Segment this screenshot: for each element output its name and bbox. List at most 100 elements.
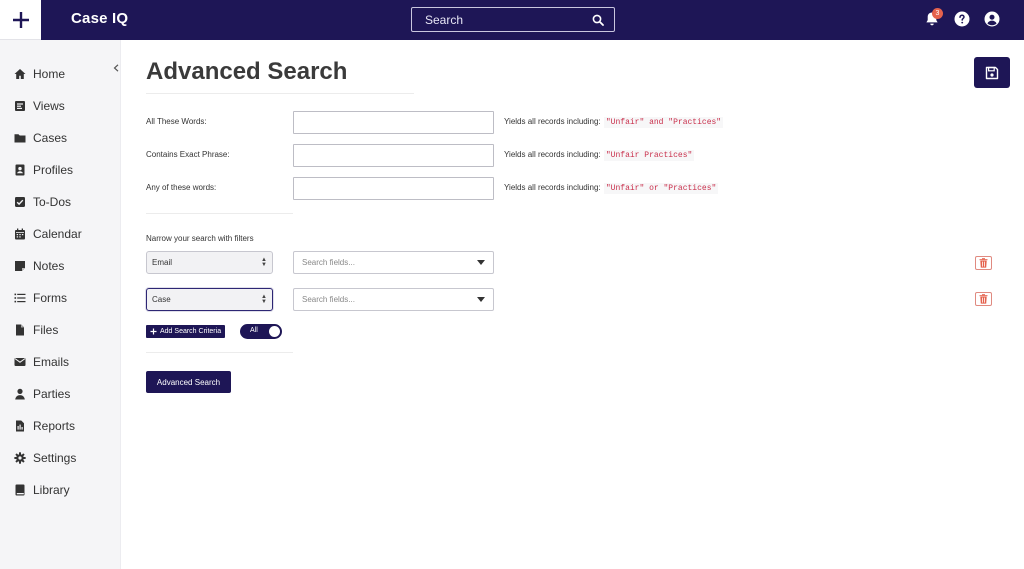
calendar-icon bbox=[15, 228, 25, 240]
any-words-input[interactable] bbox=[293, 177, 494, 200]
search-fields-select[interactable]: Search fields... bbox=[293, 288, 494, 311]
add-button[interactable] bbox=[0, 0, 41, 40]
hint-example: "Unfair" and "Practices" bbox=[603, 117, 724, 128]
add-search-criteria-button[interactable]: Add Search Criteria bbox=[146, 325, 226, 338]
sidebar-item-label: To-Dos bbox=[33, 195, 72, 209]
sidebar-item-cases[interactable]: Cases bbox=[0, 122, 121, 154]
notification-badge: 3 bbox=[932, 8, 943, 19]
file-icon bbox=[16, 324, 24, 336]
delete-filter-button[interactable] bbox=[975, 256, 992, 270]
hint-example: "Unfair Practices" bbox=[603, 150, 695, 161]
home-icon bbox=[14, 69, 26, 79]
sidebar-item-files[interactable]: Files bbox=[0, 314, 121, 346]
caret-down-icon bbox=[477, 297, 485, 302]
sidebar-item-profiles[interactable]: Profiles bbox=[0, 154, 121, 186]
list-icon bbox=[14, 293, 26, 303]
user-circle-icon bbox=[984, 11, 1000, 27]
page-title: Advanced Search bbox=[146, 58, 348, 85]
sidebar-item-label: Cases bbox=[33, 131, 68, 145]
toggle-knob bbox=[269, 326, 280, 337]
report-icon bbox=[16, 420, 24, 432]
sidebar-item-label: Files bbox=[33, 323, 59, 337]
search-fields-placeholder: Search fields... bbox=[302, 295, 355, 304]
advanced-search-button[interactable]: Advanced Search bbox=[146, 371, 231, 393]
sidebar-item-label: Views bbox=[33, 99, 65, 113]
app-brand: Case IQ bbox=[71, 10, 129, 27]
sidebar: Home Views Cases Profiles To-Dos Calenda… bbox=[0, 40, 121, 569]
exact-phrase-input[interactable] bbox=[293, 144, 494, 167]
note-icon bbox=[15, 261, 25, 271]
all-words-label: All These Words: bbox=[146, 117, 207, 126]
checkbox-icon bbox=[15, 197, 25, 207]
hint-example: "Unfair" or "Practices" bbox=[603, 183, 719, 194]
notifications-button[interactable]: 3 bbox=[922, 8, 943, 29]
trash-icon bbox=[979, 258, 988, 268]
help-icon bbox=[954, 11, 970, 27]
sidebar-item-label: Notes bbox=[33, 259, 65, 273]
search-icon[interactable] bbox=[592, 14, 604, 26]
filter-type-value: Email bbox=[152, 258, 173, 267]
gear-icon bbox=[14, 452, 26, 464]
caret-down-icon bbox=[477, 260, 485, 265]
filter-type-value: Case bbox=[152, 295, 171, 304]
floppy-disk-icon bbox=[985, 66, 999, 79]
sidebar-item-calendar[interactable]: Calendar bbox=[0, 218, 121, 250]
sidebar-item-reports[interactable]: Reports bbox=[0, 410, 121, 442]
section-divider bbox=[146, 352, 293, 353]
add-search-criteria-label: Add Search Criteria bbox=[160, 328, 222, 335]
filter-type-select[interactable]: Case ▲ ▼ bbox=[146, 288, 273, 311]
sidebar-item-label: Calendar bbox=[33, 227, 82, 241]
help-button[interactable] bbox=[952, 9, 972, 29]
sidebar-item-forms[interactable]: Forms bbox=[0, 282, 121, 314]
section-divider bbox=[146, 213, 293, 214]
sidebar-item-label: Settings bbox=[33, 451, 77, 465]
book-icon bbox=[15, 484, 25, 496]
sidebar-item-label: Emails bbox=[33, 355, 70, 369]
hint-text: Yields all records including: bbox=[504, 183, 601, 192]
exact-phrase-hint: Yields all records including: "Unfair Pr… bbox=[504, 150, 695, 161]
sidebar-item-to-dos[interactable]: To-Dos bbox=[0, 186, 121, 218]
global-search[interactable] bbox=[411, 7, 615, 32]
sidebar-item-notes[interactable]: Notes bbox=[0, 250, 121, 282]
sidebar-item-library[interactable]: Library bbox=[0, 474, 121, 506]
hint-text: Yields all records including: bbox=[504, 150, 601, 159]
updown-arrows-icon: ▲ ▼ bbox=[261, 256, 267, 268]
any-words-label: Any of these words: bbox=[146, 183, 217, 192]
any-words-hint: Yields all records including: "Unfair" o… bbox=[504, 183, 719, 194]
views-icon bbox=[15, 101, 25, 111]
updown-arrows-icon: ▲ ▼ bbox=[261, 293, 267, 305]
profile-icon bbox=[15, 164, 25, 176]
envelope-icon bbox=[14, 358, 26, 366]
toggle-label: All bbox=[250, 327, 258, 334]
match-all-toggle[interactable]: All bbox=[240, 324, 282, 339]
plus-icon bbox=[12, 11, 29, 28]
search-fields-placeholder: Search fields... bbox=[302, 258, 355, 267]
sidebar-item-label: Library bbox=[33, 483, 70, 497]
sidebar-item-views[interactable]: Views bbox=[0, 90, 121, 122]
plus-icon bbox=[150, 328, 157, 335]
sidebar-item-parties[interactable]: Parties bbox=[0, 378, 121, 410]
sidebar-item-settings[interactable]: Settings bbox=[0, 442, 121, 474]
narrow-filters-label: Narrow your search with filters bbox=[146, 234, 254, 243]
sidebar-item-label: Forms bbox=[33, 291, 67, 305]
sidebar-item-emails[interactable]: Emails bbox=[0, 346, 121, 378]
sidebar-item-label: Profiles bbox=[33, 163, 74, 177]
exact-phrase-label: Contains Exact Phrase: bbox=[146, 150, 230, 159]
sidebar-item-label: Reports bbox=[33, 419, 76, 433]
search-fields-select[interactable]: Search fields... bbox=[293, 251, 494, 274]
folder-icon bbox=[14, 134, 26, 143]
sidebar-item-label: Parties bbox=[33, 387, 71, 401]
search-input[interactable] bbox=[425, 12, 592, 27]
save-search-button[interactable] bbox=[974, 57, 1010, 88]
all-words-hint: Yields all records including: "Unfair" a… bbox=[504, 117, 724, 128]
filter-type-select[interactable]: Email ▲ ▼ bbox=[146, 251, 273, 274]
top-bar: Case IQ 3 bbox=[0, 0, 1024, 40]
all-words-input[interactable] bbox=[293, 111, 494, 134]
title-divider bbox=[146, 93, 414, 94]
sidebar-item-home[interactable]: Home bbox=[0, 58, 121, 90]
account-button[interactable] bbox=[982, 9, 1002, 29]
trash-icon bbox=[979, 294, 988, 304]
hint-text: Yields all records including: bbox=[504, 117, 601, 126]
main-content: Advanced Search All These Words: Yields … bbox=[121, 40, 1024, 569]
delete-filter-button[interactable] bbox=[975, 292, 992, 306]
